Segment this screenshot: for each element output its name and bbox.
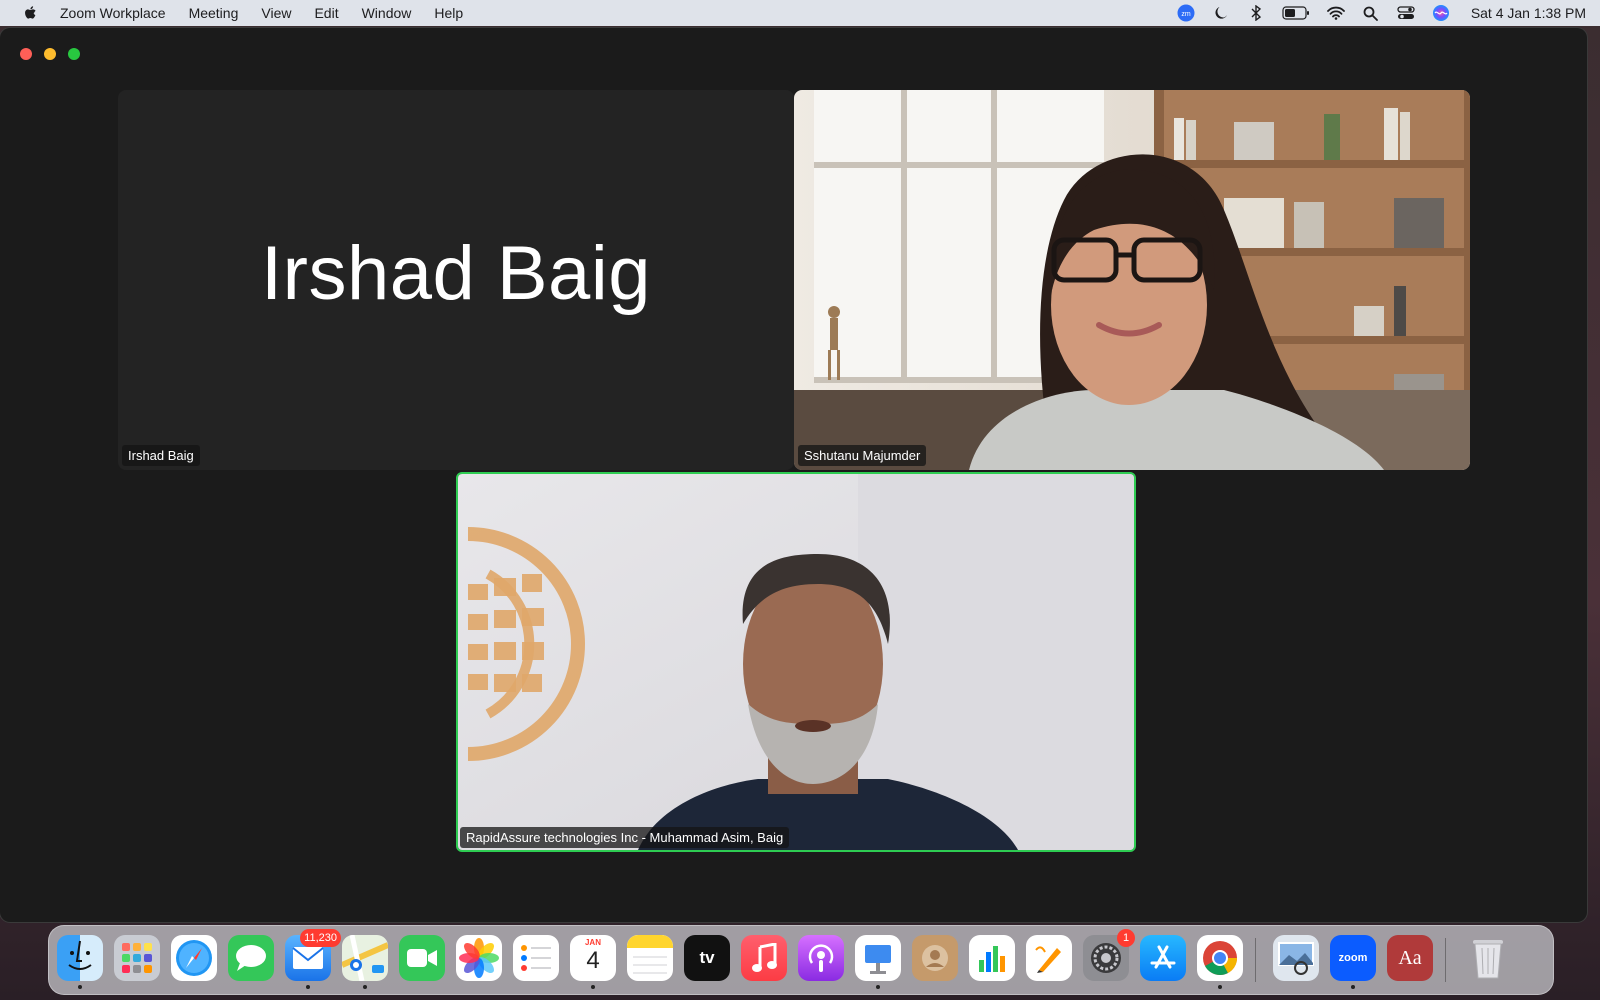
pages-icon[interactable] (1026, 935, 1072, 981)
settings-update-badge: 1 (1117, 929, 1135, 947)
participant-name-label: Sshutanu Majumder (798, 445, 927, 466)
battery-icon[interactable] (1282, 4, 1310, 22)
participant-tile-sshutanu[interactable]: Sshutanu Majumder (794, 90, 1470, 470)
facetime-icon[interactable] (399, 935, 445, 981)
mail-icon[interactable]: 11,230 (285, 929, 341, 989)
reminders-icon[interactable] (513, 935, 559, 981)
participant-name-label: Irshad Baig (122, 445, 200, 466)
music-icon[interactable] (741, 935, 787, 981)
keynote-icon[interactable] (855, 935, 901, 989)
menu-window[interactable]: Window (362, 5, 412, 21)
photos-icon[interactable] (456, 935, 502, 981)
app-name-menu[interactable]: Zoom Workplace (60, 5, 166, 21)
running-indicator (1218, 985, 1222, 989)
running-indicator (78, 985, 82, 989)
menu-view[interactable]: View (261, 5, 291, 21)
dictionary-label: Aa (1398, 946, 1422, 969)
podcasts-icon[interactable] (798, 935, 844, 981)
bluetooth-icon[interactable] (1247, 4, 1265, 22)
zoom-status-icon[interactable]: zm (1177, 4, 1195, 22)
svg-text:zm: zm (1181, 11, 1191, 18)
running-indicator (306, 985, 310, 989)
numbers-icon[interactable] (969, 935, 1015, 981)
zoom-app-label: zoom (1338, 952, 1368, 964)
dock-separator (1255, 938, 1256, 982)
participant-display-name: Irshad Baig (261, 231, 651, 316)
participant-video-feed (458, 474, 1134, 850)
participant-tile-irshad[interactable]: Irshad Baig Irshad Baig (118, 90, 794, 470)
focus-moon-icon[interactable] (1212, 4, 1230, 22)
close-window-button[interactable] (20, 48, 32, 60)
participant-tile-muhammad-active-speaker[interactable]: RapidAssure technologies Inc - Muhammad … (456, 472, 1136, 852)
running-indicator (876, 985, 880, 989)
preview-icon[interactable] (1273, 935, 1319, 981)
calendar-day: 4 (586, 947, 600, 974)
dictionary-icon[interactable]: Aa (1387, 935, 1433, 981)
safari-icon[interactable] (171, 935, 217, 981)
maps-icon[interactable] (342, 935, 388, 989)
siri-icon[interactable] (1432, 4, 1450, 22)
running-indicator (1351, 985, 1355, 989)
messages-icon[interactable] (228, 935, 274, 981)
zoom-meeting-window: Irshad Baig Irshad Baig Sshutanu Majumde… (0, 28, 1587, 922)
participant-video-feed (794, 90, 1470, 470)
contacts-icon[interactable] (912, 935, 958, 981)
wifi-icon[interactable] (1326, 4, 1345, 22)
window-controls (20, 48, 80, 60)
zoom-app-icon[interactable]: zoom (1330, 935, 1376, 989)
running-indicator (363, 985, 367, 989)
menu-help[interactable]: Help (434, 5, 463, 21)
mail-unread-badge: 11,230 (300, 929, 341, 947)
menubar-clock[interactable]: Sat 4 Jan 1:38 PM (1471, 5, 1586, 21)
calendar-icon[interactable]: JAN 4 (570, 935, 616, 989)
macos-dock: 11,230 JAN 4 tv 1 zoom Aa (48, 925, 1554, 995)
spotlight-search-icon[interactable] (1362, 4, 1380, 22)
chrome-icon[interactable] (1197, 935, 1243, 989)
finder-icon[interactable] (57, 935, 103, 989)
apple-tv-label: tv (699, 948, 715, 967)
control-center-icon[interactable] (1397, 4, 1415, 22)
menu-meeting[interactable]: Meeting (189, 5, 239, 21)
launchpad-icon[interactable] (114, 935, 160, 981)
system-settings-icon[interactable]: 1 (1083, 929, 1135, 981)
dock-separator (1445, 938, 1446, 982)
minimize-window-button[interactable] (44, 48, 56, 60)
participant-name-label: RapidAssure technologies Inc - Muhammad … (460, 827, 790, 848)
apple-tv-icon[interactable]: tv (684, 935, 730, 981)
fullscreen-window-button[interactable] (68, 48, 80, 60)
menu-edit[interactable]: Edit (314, 5, 338, 21)
calendar-month: JAN (584, 938, 601, 947)
apple-logo-icon[interactable] (22, 4, 40, 22)
trash-icon[interactable] (1465, 935, 1511, 981)
running-indicator (591, 985, 595, 989)
app-store-icon[interactable] (1140, 935, 1186, 981)
notes-icon[interactable] (627, 935, 673, 981)
menu-bar: Zoom Workplace Meeting View Edit Window … (0, 0, 1600, 26)
